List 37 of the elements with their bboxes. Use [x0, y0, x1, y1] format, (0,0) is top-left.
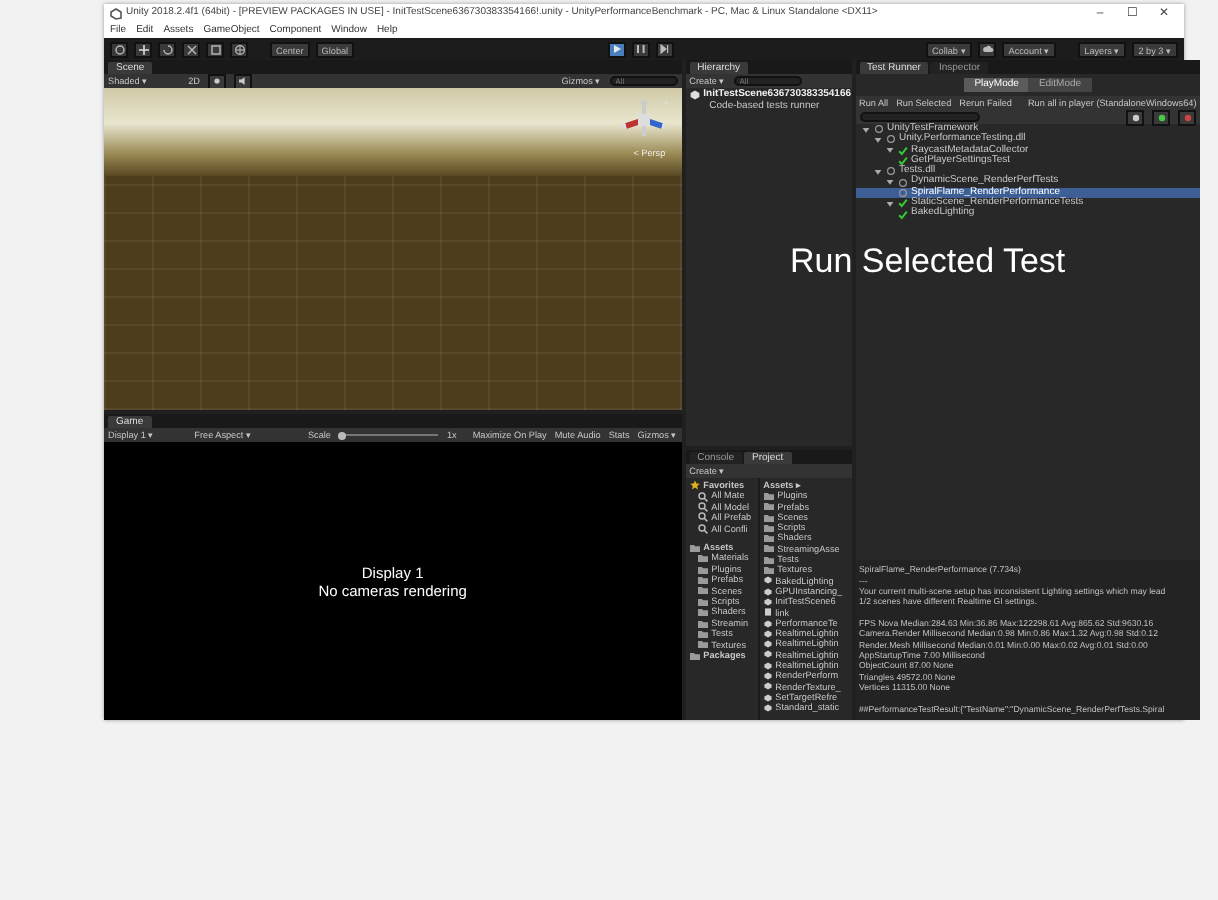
step-button[interactable] [655, 41, 674, 57]
file-icon [763, 608, 772, 617]
star-icon [689, 480, 700, 491]
play-icon [611, 44, 622, 54]
transform-icon [233, 43, 245, 55]
hand-icon [113, 43, 125, 55]
tool-button[interactable] [206, 41, 224, 57]
expanded-arrow-icon[interactable] [885, 146, 894, 155]
tool-button[interactable] [230, 41, 248, 57]
pause-button[interactable] [631, 41, 650, 57]
expanded-arrow-icon[interactable] [885, 178, 894, 187]
expanded-arrow-icon[interactable] [873, 135, 882, 144]
search-field[interactable] [859, 112, 980, 122]
step-icon [659, 44, 670, 54]
play-button[interactable] [607, 41, 626, 57]
rect-tool-icon [209, 43, 221, 55]
cloud-icon [981, 44, 994, 54]
pause-icon [635, 44, 646, 54]
move-icon [137, 43, 149, 55]
tool-button[interactable] [134, 41, 152, 57]
caption-text: Run Selected Test [790, 244, 1066, 282]
status-dot-icon [1183, 113, 1192, 121]
scale-icon [185, 43, 197, 55]
expanded-arrow-icon[interactable] [873, 167, 882, 176]
unity-logo-icon [110, 8, 122, 20]
cloud-button[interactable] [978, 41, 997, 57]
status-dot-icon [1157, 113, 1166, 121]
expanded-arrow-icon[interactable] [885, 199, 894, 208]
tool-button[interactable] [110, 41, 128, 57]
scale-slider[interactable] [338, 431, 439, 439]
expanded-arrow-icon[interactable] [861, 125, 870, 134]
slider-thumb[interactable] [338, 431, 347, 439]
status-dot-icon [1131, 113, 1140, 121]
tool-button[interactable] [182, 41, 200, 57]
tool-button[interactable] [158, 41, 176, 57]
sun-icon [212, 76, 222, 86]
rotate-icon [161, 43, 173, 55]
